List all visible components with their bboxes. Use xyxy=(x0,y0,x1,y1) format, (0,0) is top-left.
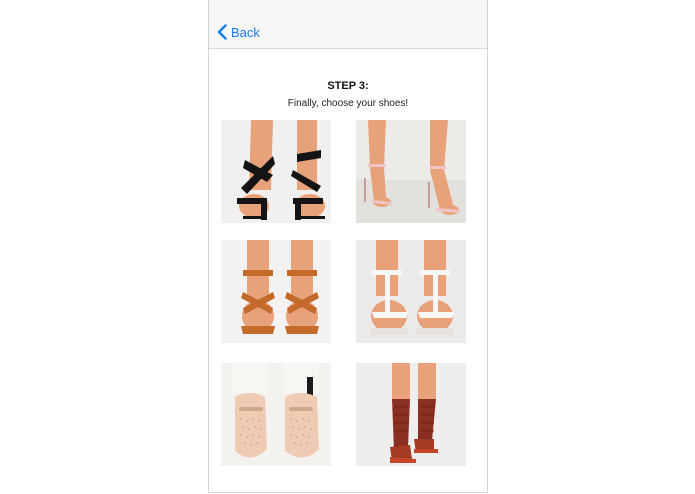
back-button[interactable]: Back xyxy=(217,22,260,42)
tan-gladiator-sandal-image xyxy=(221,240,331,343)
shoe-option-tan-gladiator-sandal[interactable] xyxy=(221,240,331,343)
step-subtitle: Finally, choose your shoes! xyxy=(287,98,409,109)
phone-screen: Back STEP 3: Finally, choose your shoes! xyxy=(208,0,488,493)
shoe-option-studded-loafer[interactable] xyxy=(221,363,331,466)
shoe-option-burgundy-sock-boot[interactable] xyxy=(356,363,466,466)
studded-loafer-image xyxy=(221,363,331,466)
shoe-option-black-strappy-sandal[interactable] xyxy=(221,120,331,223)
back-label: Back xyxy=(231,24,260,40)
white-t-strap-sandal-image xyxy=(356,240,466,343)
step-title: STEP 3: xyxy=(327,80,369,92)
shoe-option-pink-ankle-strap-heel[interactable] xyxy=(356,120,466,223)
shoe-option-white-t-strap-sandal[interactable] xyxy=(356,240,466,343)
burgundy-sock-boot-image xyxy=(356,363,466,466)
pink-ankle-strap-heel-image xyxy=(356,120,466,223)
chevron-left-icon xyxy=(217,24,227,40)
black-strappy-sandal-image xyxy=(221,120,331,223)
navigation-bar: Back xyxy=(209,0,487,49)
